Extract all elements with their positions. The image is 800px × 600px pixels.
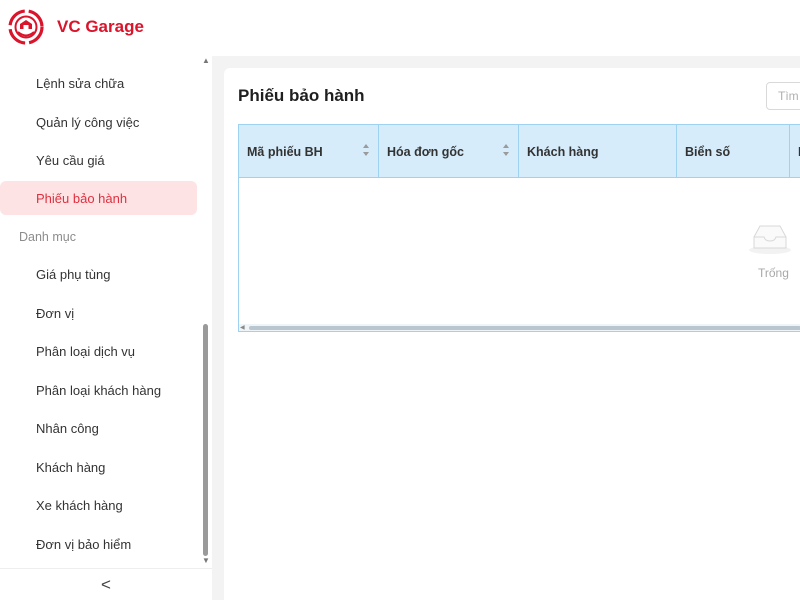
column-header-label: Hóa đơn gốc xyxy=(387,144,464,159)
empty-inbox-icon xyxy=(749,225,791,254)
sidebar-item-label: Yêu cầu giá xyxy=(36,152,105,168)
sort-icon[interactable] xyxy=(502,142,510,158)
column-header-hoa-don-goc[interactable]: Hóa đơn gốc xyxy=(379,125,519,178)
table-scrollbar-thumb[interactable] xyxy=(249,326,800,330)
column-header-label: Mã phiếu BH xyxy=(247,144,323,159)
scroll-up-arrow-icon[interactable]: ▲ xyxy=(201,56,211,66)
column-header-ma-phieu-bh[interactable]: Mã phiếu BH xyxy=(239,125,379,178)
warranty-table: Mã phiếu BH Hóa đơn gốc Khách hàng Biển … xyxy=(238,124,800,332)
scroll-left-arrow-icon[interactable]: ◀ xyxy=(240,324,245,331)
sidebar-item-label: Phiếu bảo hành xyxy=(36,190,128,206)
sidebar-item-quan-ly-cong-viec[interactable]: Quản lý công việc xyxy=(0,105,197,139)
chevron-left-icon: < xyxy=(101,574,111,594)
column-header-label: Biển số xyxy=(685,144,731,159)
sidebar-group-label: Danh mục xyxy=(19,230,76,244)
sidebar-item-khach-hang[interactable]: Khách hàng xyxy=(0,450,197,484)
sidebar-item-xe-khach-hang[interactable]: Xe khách hàng xyxy=(0,488,197,522)
column-header-khach-hang[interactable]: Khách hàng xyxy=(519,125,677,178)
sidebar-item-nhan-cong[interactable]: Nhân công xyxy=(0,411,197,445)
sidebar-item-label: Lệnh sửa chữa xyxy=(36,75,125,91)
sidebar: Lệnh sửa chữa Quản lý công việc Yêu cầu … xyxy=(0,56,212,600)
sidebar-item-don-vi-bao-hiem[interactable]: Đơn vị bảo hiểm xyxy=(0,527,197,561)
sidebar-item-lenh-sua-chua[interactable]: Lệnh sửa chữa xyxy=(0,66,197,100)
table-horizontal-scrollbar[interactable]: ◀ xyxy=(239,324,800,331)
sidebar-item-label: Phân loại dịch vụ xyxy=(36,343,136,359)
sidebar-item-gia-phu-tung[interactable]: Giá phụ tùng xyxy=(0,257,197,291)
sidebar-group-danh-muc: Danh mục xyxy=(0,220,197,254)
column-header-truncated[interactable]: N xyxy=(790,125,800,178)
column-header-label: Khách hàng xyxy=(527,144,599,159)
page-title: Phiếu bảo hành xyxy=(238,86,365,105)
sidebar-item-phan-loai-dich-vu[interactable]: Phân loại dịch vụ xyxy=(0,334,197,368)
sidebar-item-phan-loai-khach-hang[interactable]: Phân loại khách hàng xyxy=(0,373,197,407)
sidebar-item-yeu-cau-gia[interactable]: Yêu cầu giá xyxy=(0,143,197,177)
app-brand[interactable]: VC Garage xyxy=(57,17,144,37)
app-header: VC Garage xyxy=(0,0,800,56)
main-content: Phiếu bảo hành Mã phiếu BH Hóa đơn gốc K… xyxy=(224,68,800,600)
column-header-bien-so[interactable]: Biển số xyxy=(677,125,790,178)
table-header: Mã phiếu BH Hóa đơn gốc Khách hàng Biển … xyxy=(239,125,800,178)
sort-icon[interactable] xyxy=(362,142,370,158)
sidebar-item-label: Giá phụ tùng xyxy=(36,266,111,282)
sidebar-item-don-vi[interactable]: Đơn vị xyxy=(0,296,197,330)
sidebar-item-label: Xe khách hàng xyxy=(36,497,123,513)
sidebar-item-label: Phân loại khách hàng xyxy=(36,382,162,398)
garage-logo-icon[interactable] xyxy=(7,8,45,46)
empty-state-text: Trống xyxy=(758,266,789,280)
sidebar-item-label: Đơn vị xyxy=(36,305,75,321)
sidebar-scrollbar-thumb[interactable] xyxy=(203,324,208,556)
sidebar-item-label: Quản lý công việc xyxy=(36,114,140,130)
sidebar-item-phieu-bao-hanh[interactable]: Phiếu bảo hành xyxy=(0,181,197,215)
sidebar-item-label: Đơn vị bảo hiểm xyxy=(36,536,132,552)
scroll-down-arrow-icon[interactable]: ▼ xyxy=(201,556,211,566)
search-input[interactable] xyxy=(766,82,800,110)
sidebar-item-label: Khách hàng xyxy=(36,459,106,475)
sidebar-item-label: Nhân công xyxy=(36,420,99,436)
sidebar-collapse-button[interactable]: < xyxy=(0,568,212,600)
